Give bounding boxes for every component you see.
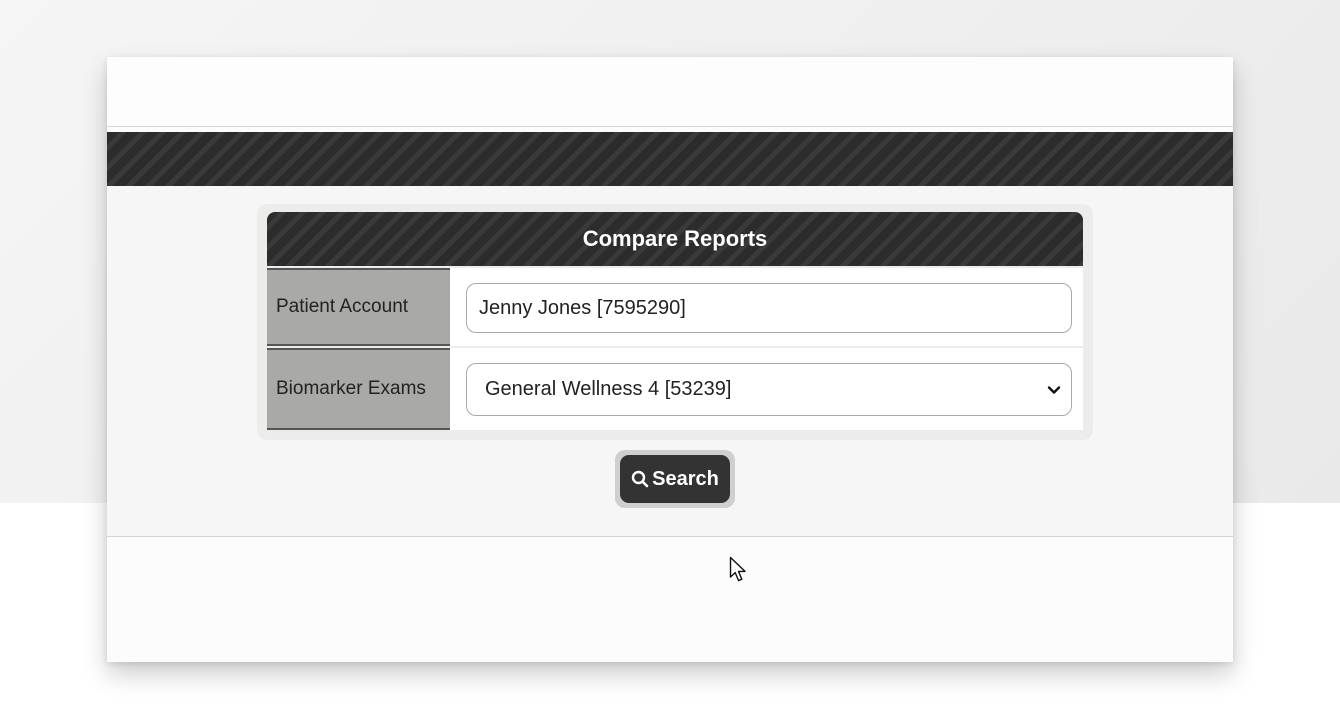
search-button-label: Search <box>652 467 719 490</box>
search-button-frame: Search <box>615 450 735 508</box>
header-stripe-bar <box>107 132 1233 186</box>
search-button[interactable]: Search <box>620 455 730 503</box>
patient-account-input[interactable] <box>466 283 1072 333</box>
biomarker-exams-select[interactable]: General Wellness 4 [53239] <box>466 363 1072 416</box>
compare-reports-panel: Compare Reports Patient Account Biomarke… <box>257 204 1093 440</box>
content-area: Compare Reports Patient Account Biomarke… <box>107 186 1233 537</box>
search-icon <box>631 470 649 488</box>
patient-account-row: Patient Account <box>267 268 1083 346</box>
main-card: Compare Reports Patient Account Biomarke… <box>107 57 1233 662</box>
card-bottom-area <box>107 537 1233 662</box>
card-top-area <box>107 57 1233 127</box>
biomarker-exams-label: Biomarker Exams <box>267 348 450 430</box>
chevron-down-icon <box>1047 385 1061 394</box>
panel-header: Compare Reports <box>267 212 1083 266</box>
biomarker-exams-selected-value: General Wellness 4 [53239] <box>485 378 732 400</box>
mouse-pointer-icon <box>729 556 746 582</box>
panel-title: Compare Reports <box>582 226 768 251</box>
biomarker-exams-row: Biomarker Exams General Wellness 4 [5323… <box>267 348 1083 430</box>
patient-account-label: Patient Account <box>267 268 450 346</box>
